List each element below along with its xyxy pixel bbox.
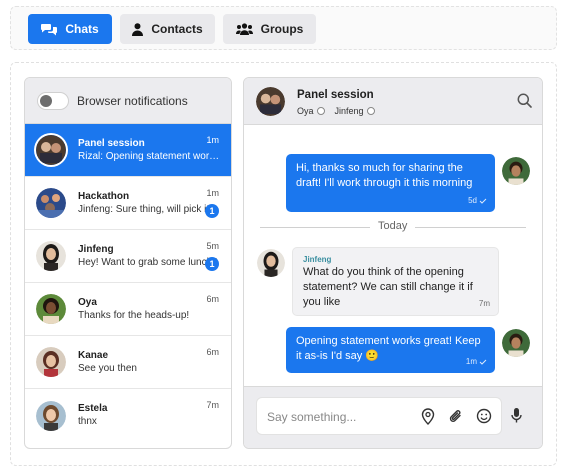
voice-record-button[interactable] xyxy=(510,407,523,429)
unread-badge: 1 xyxy=(205,204,219,218)
search-icon xyxy=(517,93,532,108)
tab-chats[interactable]: Chats xyxy=(28,14,112,44)
microphone-icon xyxy=(511,408,522,423)
emoji-button[interactable] xyxy=(476,408,492,429)
search-button[interactable] xyxy=(517,93,532,113)
group-avatar xyxy=(256,87,285,116)
conversation-item-oya[interactable]: Oya Thanks for the heads-up! 6m xyxy=(25,283,231,336)
conversation-preview: See you then xyxy=(78,362,137,374)
conversation-time: 6m xyxy=(206,347,219,357)
tab-groups[interactable]: Groups xyxy=(223,14,316,44)
participant: Oya xyxy=(297,106,325,116)
conversation-name: Hackathon xyxy=(78,190,130,202)
avatar xyxy=(36,400,66,431)
notifications-header: Browser notifications xyxy=(25,78,231,124)
user-icon xyxy=(132,22,144,36)
attach-button[interactable] xyxy=(449,408,463,430)
conversation-time: 7m xyxy=(206,400,219,410)
avatar xyxy=(36,294,66,324)
avatar xyxy=(257,249,285,277)
message-sender: Jinfeng xyxy=(303,255,332,264)
conversation-time: 5m xyxy=(206,241,219,251)
users-group-icon xyxy=(235,23,253,35)
message-bubble-incoming: Jinfeng What do you think of the opening… xyxy=(292,247,499,316)
message-bubble-outgoing: Hi, thanks so much for sharing the draft… xyxy=(286,154,495,212)
avatar xyxy=(502,329,530,357)
message-time: 7m xyxy=(478,299,490,308)
browser-notifications-label: Browser notifications xyxy=(77,93,188,108)
message-text: What do you think of the opening stateme… xyxy=(303,266,473,308)
chat-panel: Panel session Oya Jinfeng Hi, thanks so … xyxy=(243,77,543,449)
presence-status-icon xyxy=(316,107,325,115)
avatar xyxy=(36,188,66,218)
smiley-icon xyxy=(476,408,492,424)
presence-status-icon xyxy=(366,107,375,115)
conversation-item-hackathon[interactable]: Hackathon Jinfeng: Sure thing, will pick… xyxy=(25,177,231,230)
conversation-name: Oya xyxy=(78,296,97,308)
avatar xyxy=(36,347,66,377)
participant-list: Oya Jinfeng xyxy=(297,106,375,116)
unread-badge: 1 xyxy=(205,257,219,271)
conversation-item-jinfeng[interactable]: Jinfeng Hey! Want to grab some lunch? 5m… xyxy=(25,230,231,283)
conversation-preview: Rizal: Opening statement works great! Ke… xyxy=(78,150,220,162)
chat-header: Panel session Oya Jinfeng xyxy=(244,78,542,125)
message-text: Hi, thanks so much for sharing the draft… xyxy=(296,162,473,189)
conversation-preview: thnx xyxy=(78,416,97,427)
conversation-preview: Jinfeng: Sure thing, will pick it up xyxy=(78,203,220,215)
conversation-name: Estela xyxy=(78,403,108,414)
conversation-item-estela[interactable]: Estela thnx 7m xyxy=(25,389,231,442)
message-bubble-outgoing: Opening statement works great! Keep it a… xyxy=(286,327,495,373)
top-nav-bar: Chats Contacts Groups xyxy=(10,6,557,50)
map-pin-icon xyxy=(421,408,435,425)
message-composer xyxy=(244,386,542,448)
conversation-name: Jinfeng xyxy=(78,243,114,255)
message-input[interactable] xyxy=(267,407,417,427)
chats-icon xyxy=(41,23,58,35)
location-button[interactable] xyxy=(421,408,435,430)
tab-groups-label: Groups xyxy=(260,22,304,36)
avatar xyxy=(36,135,66,165)
tab-contacts[interactable]: Contacts xyxy=(120,14,215,44)
conversation-time: 1m xyxy=(206,188,219,198)
conversation-name: Kanae xyxy=(78,349,109,361)
message-input-box xyxy=(256,397,502,435)
conversation-item-kanae[interactable]: Kanae See you then 6m xyxy=(25,336,231,389)
conversation-preview: Thanks for the heads-up! xyxy=(78,309,190,321)
browser-notifications-toggle[interactable] xyxy=(37,91,69,110)
conversation-time: 1m xyxy=(206,135,219,145)
message-time: 5d xyxy=(468,196,477,205)
conversation-list-panel: Browser notifications Panel session Riza… xyxy=(24,77,232,449)
conversation-time: 6m xyxy=(206,294,219,304)
conversation-name: Panel session xyxy=(78,137,145,149)
paperclip-icon xyxy=(449,410,461,422)
avatar xyxy=(36,241,66,271)
check-icon xyxy=(479,198,487,204)
conversation-preview: Hey! Want to grab some lunch? xyxy=(78,256,218,268)
date-divider-label: Today xyxy=(370,220,416,232)
check-icon xyxy=(479,359,487,365)
tab-contacts-label: Contacts xyxy=(151,22,203,36)
avatar xyxy=(502,157,530,185)
message-text: Opening statement works great! Keep it a… xyxy=(296,335,481,362)
message-time: 1m xyxy=(465,357,477,366)
conversation-item-panel-session[interactable]: Panel session Rizal: Opening statement w… xyxy=(25,124,231,177)
participant: Jinfeng xyxy=(335,106,375,116)
chat-title: Panel session xyxy=(297,89,374,101)
tab-chats-label: Chats xyxy=(65,22,99,36)
